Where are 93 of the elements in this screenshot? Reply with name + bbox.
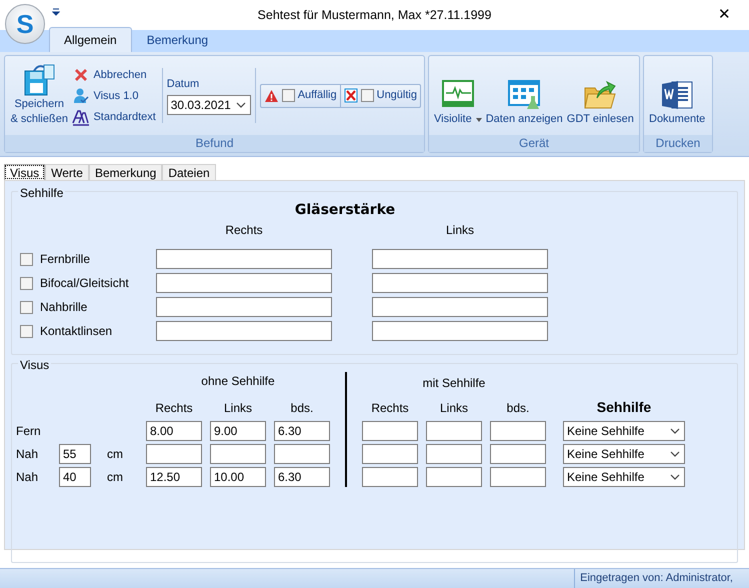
app-logo[interactable]: S xyxy=(5,4,45,44)
form-tab[interactable]: Werte xyxy=(45,164,89,180)
chevron-icon xyxy=(669,426,681,436)
column-group-header: mit Sehhilfe xyxy=(422,375,486,392)
input-field[interactable]: 10.00 xyxy=(210,467,266,487)
column-header: Links xyxy=(444,222,475,239)
column-header: Sehhilfe xyxy=(596,398,652,417)
group-label: Drucken xyxy=(644,135,712,152)
input-field[interactable] xyxy=(426,444,482,464)
section-heading: Gläserstärke xyxy=(294,201,396,220)
input-field[interactable] xyxy=(210,444,266,464)
column-header: bds. xyxy=(290,400,314,416)
input-field[interactable] xyxy=(490,421,546,441)
chevron-icon xyxy=(669,472,681,482)
input-field[interactable] xyxy=(156,321,332,341)
warning-icon xyxy=(264,88,279,102)
row-label: Nah xyxy=(16,469,40,486)
form-tab[interactable]: Bemerkung xyxy=(88,164,162,180)
input-field[interactable] xyxy=(372,249,548,269)
ribbon-button[interactable]: GDT einlesen xyxy=(564,76,636,133)
row-label: Fern xyxy=(16,423,42,440)
row-label: Nah xyxy=(16,446,40,463)
quick-access-icon xyxy=(52,8,60,16)
unit-label: cm xyxy=(106,469,124,486)
checkbox-label: Bifocal/Gleitsicht xyxy=(40,275,130,292)
ribbon-button[interactable]: Daten anzeigen xyxy=(484,76,565,133)
input-field[interactable]: 40 xyxy=(59,467,91,487)
input-field[interactable]: 8.00 xyxy=(146,421,202,441)
column-header: Rechts xyxy=(154,400,194,416)
input-field[interactable] xyxy=(490,444,546,464)
column-header: Links xyxy=(438,400,469,416)
checkbox[interactable] xyxy=(20,300,33,314)
sehhilfe-dropdown[interactable]: Keine Sehhilfe xyxy=(563,421,685,441)
input-field[interactable] xyxy=(372,273,548,293)
text-format-icon xyxy=(72,108,90,126)
ribbon-button[interactable]: Visiolite xyxy=(432,76,484,133)
column-header: bds. xyxy=(506,400,530,416)
column-header: Rechts xyxy=(370,400,410,416)
date-label: Datum xyxy=(166,76,200,92)
group-label: Befund xyxy=(5,135,424,152)
data-table-icon xyxy=(507,78,542,112)
close-button[interactable]: ✕ xyxy=(714,5,735,25)
unit-label: cm xyxy=(106,446,124,463)
status-text: Eingetragen von: Administrator, xyxy=(574,569,749,588)
input-field[interactable] xyxy=(362,421,418,441)
ribbon-button[interactable]: Abbrechen xyxy=(72,66,156,84)
invalid-icon xyxy=(344,88,358,103)
input-field[interactable] xyxy=(490,467,546,487)
input-field[interactable]: 55 xyxy=(59,444,91,464)
ribbon-tab[interactable]: Allgemein xyxy=(49,27,132,52)
group-label: Gerät xyxy=(429,135,639,152)
input-field[interactable]: 9.00 xyxy=(210,421,266,441)
input-field[interactable] xyxy=(156,273,332,293)
ribbon-button[interactable]: Speichern & schließen xyxy=(8,61,70,133)
form-tab[interactable]: Visus xyxy=(4,164,46,180)
input-field[interactable] xyxy=(372,321,548,341)
user-check-icon xyxy=(72,86,90,104)
input-field[interactable] xyxy=(362,467,418,487)
input-field[interactable]: 12.50 xyxy=(146,467,202,487)
document-icon xyxy=(660,78,694,112)
column-header: Links xyxy=(222,400,253,416)
checkbox-label: Kontaktlinsen xyxy=(40,323,114,340)
date-dropdown[interactable]: 30.03.2021 xyxy=(166,95,251,116)
flag-checkbox[interactable]: Ungültig xyxy=(340,84,420,106)
checkbox[interactable] xyxy=(20,276,33,290)
form-tab[interactable]: Dateien xyxy=(162,164,216,180)
ribbon-button[interactable]: Visus 1.0 xyxy=(72,86,156,104)
chevron-icon xyxy=(234,100,247,110)
ribbon-button[interactable]: Dokumente xyxy=(647,76,708,133)
column-group-header: ohne Sehhilfe xyxy=(200,373,276,390)
input-field[interactable] xyxy=(426,467,482,487)
input-field[interactable]: 6.30 xyxy=(274,421,330,441)
window-title: Sehtest für Mustermann, Max *27.11.1999 xyxy=(258,6,492,24)
input-field[interactable] xyxy=(156,297,332,317)
ribbon-tab[interactable]: Bemerkung xyxy=(132,27,224,52)
input-field[interactable] xyxy=(274,444,330,464)
input-field[interactable]: 6.30 xyxy=(274,467,330,487)
checkbox[interactable] xyxy=(20,324,33,338)
flag-checkbox[interactable]: Auffällig xyxy=(260,84,340,106)
input-field[interactable] xyxy=(156,249,332,269)
sehhilfe-dropdown[interactable]: Keine Sehhilfe xyxy=(563,444,685,464)
column-header: Rechts xyxy=(224,222,264,239)
input-field[interactable] xyxy=(362,444,418,464)
input-field[interactable] xyxy=(146,444,202,464)
save-icon xyxy=(22,63,56,97)
checkbox-label: Nahbrille xyxy=(40,299,88,316)
chevron-icon xyxy=(669,449,681,459)
checkbox[interactable] xyxy=(20,252,33,266)
checkbox-label: Fernbrille xyxy=(40,251,92,268)
input-field[interactable] xyxy=(372,297,548,317)
input-field[interactable] xyxy=(426,421,482,441)
sehhilfe-dropdown[interactable]: Keine Sehhilfe xyxy=(563,467,685,487)
ribbon-button[interactable]: Standardtext xyxy=(72,108,156,126)
